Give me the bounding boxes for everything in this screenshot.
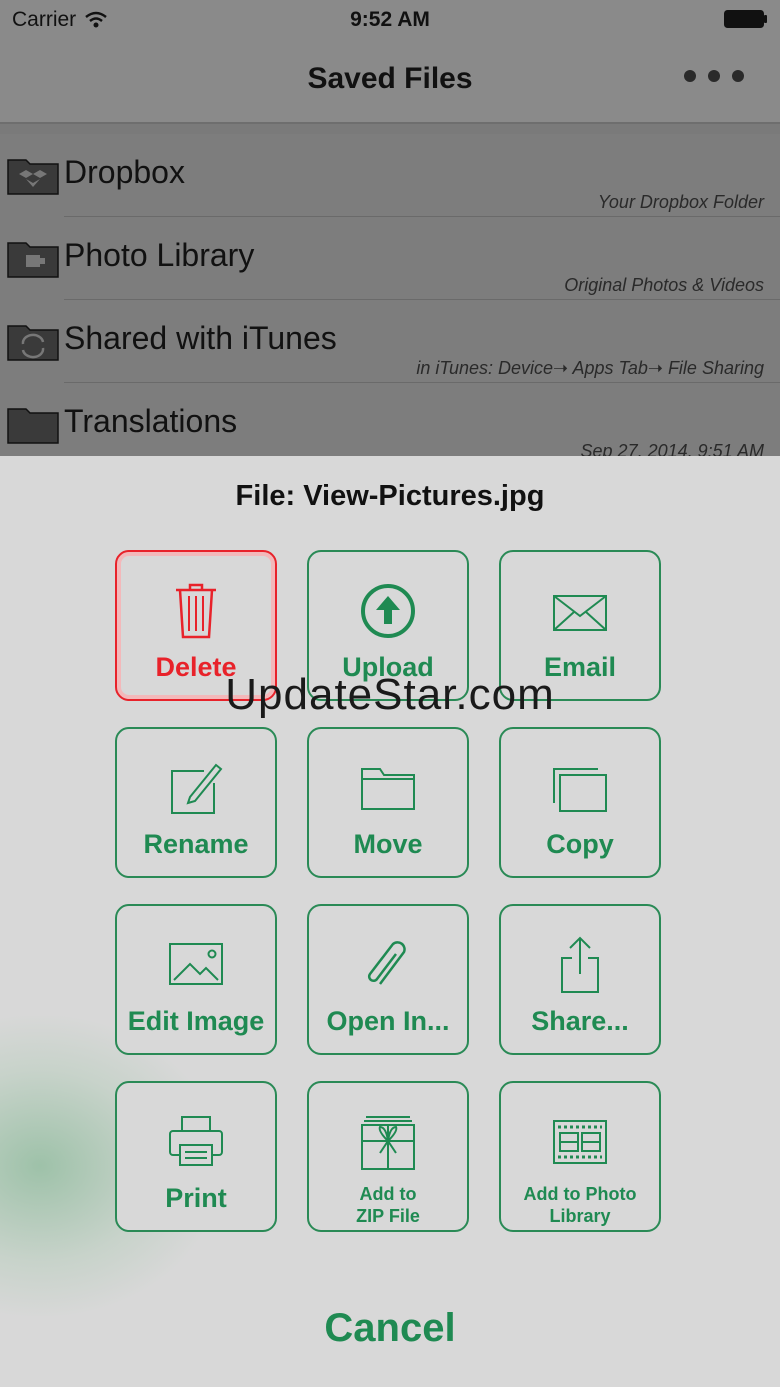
- cancel-button[interactable]: Cancel: [0, 1306, 780, 1351]
- watermark-text: UpdateStar.com: [225, 670, 555, 719]
- open-in-button[interactable]: Open In...: [307, 904, 469, 1055]
- folder-subtitle: Sep 27, 2014, 9:51 AM: [580, 441, 764, 456]
- film-icon: [553, 1120, 607, 1164]
- file-action-sheet: File: View-Pictures.jpg Delete Upload Em…: [0, 456, 780, 1387]
- envelope-icon: [553, 595, 607, 631]
- action-label: Print: [165, 1183, 227, 1213]
- edit-image-button[interactable]: Edit Image: [115, 904, 277, 1055]
- add-to-photo-library-button[interactable]: Add to Photo Library: [499, 1081, 661, 1232]
- copy-icon: [553, 768, 607, 812]
- action-label: Copy: [546, 829, 614, 859]
- action-label: Edit Image: [127, 1006, 265, 1036]
- folder-list: Dropbox Your Dropbox Folder Photo Librar…: [0, 134, 780, 456]
- status-bar: Carrier 9:52 AM: [0, 0, 780, 40]
- add-to-zip-button[interactable]: Add to ZIP File: [307, 1081, 469, 1232]
- folder-name: Dropbox: [64, 154, 185, 190]
- list-header-strip: [0, 124, 780, 134]
- folder-icon: [361, 768, 415, 810]
- folder-subtitle: Your Dropbox Folder: [597, 192, 764, 212]
- folder-name: Translations: [64, 403, 238, 439]
- move-button[interactable]: Move: [307, 727, 469, 878]
- folder-name: Photo Library: [64, 237, 255, 273]
- folder-row-photo-library[interactable]: Photo Library Original Photos & Videos: [0, 217, 780, 300]
- folder-name: Shared with iTunes: [64, 320, 337, 356]
- printer-icon: [169, 1116, 223, 1166]
- action-label: Add to Photo Library: [523, 1184, 637, 1226]
- trash-icon: [176, 583, 216, 639]
- folder-subtitle: in iTunes: Device➝ Apps Tab➝ File Sharin…: [416, 358, 764, 378]
- photo-folder-icon: [7, 242, 59, 278]
- dropbox-folder-icon: [7, 159, 59, 195]
- share-button[interactable]: Share...: [499, 904, 661, 1055]
- ellipsis-icon[interactable]: [684, 70, 744, 82]
- sheet-file-title: File: View-Pictures.jpg: [235, 480, 545, 512]
- action-label: Move: [353, 829, 423, 859]
- action-label: Open In...: [326, 1006, 450, 1036]
- rename-button[interactable]: Rename: [115, 727, 277, 878]
- sync-folder-icon: [7, 325, 59, 361]
- share-icon: [561, 936, 599, 993]
- page-title: Saved Files: [307, 62, 473, 95]
- print-button[interactable]: Print: [115, 1081, 277, 1232]
- battery-icon: [724, 10, 767, 28]
- edit-icon: [171, 763, 223, 814]
- folder-icon: [7, 408, 59, 444]
- paperclip-icon: [368, 941, 406, 985]
- action-label: Share...: [531, 1006, 629, 1036]
- action-label: Rename: [143, 829, 249, 859]
- copy-button[interactable]: Copy: [499, 727, 661, 878]
- image-icon: [169, 943, 223, 985]
- status-time: 9:52 AM: [350, 8, 430, 31]
- folder-row-shared-itunes[interactable]: Shared with iTunes in iTunes: Device➝ Ap…: [0, 300, 780, 383]
- upload-icon: [361, 584, 415, 638]
- navigation-bar: Saved Files: [0, 40, 780, 124]
- gift-box-icon: [361, 1116, 415, 1170]
- action-label: Add to ZIP File: [356, 1184, 420, 1226]
- folder-row-dropbox[interactable]: Dropbox Your Dropbox Folder: [0, 134, 780, 217]
- folder-subtitle: Original Photos & Videos: [564, 275, 764, 295]
- folder-row-translations[interactable]: Translations Sep 27, 2014, 9:51 AM: [0, 383, 780, 456]
